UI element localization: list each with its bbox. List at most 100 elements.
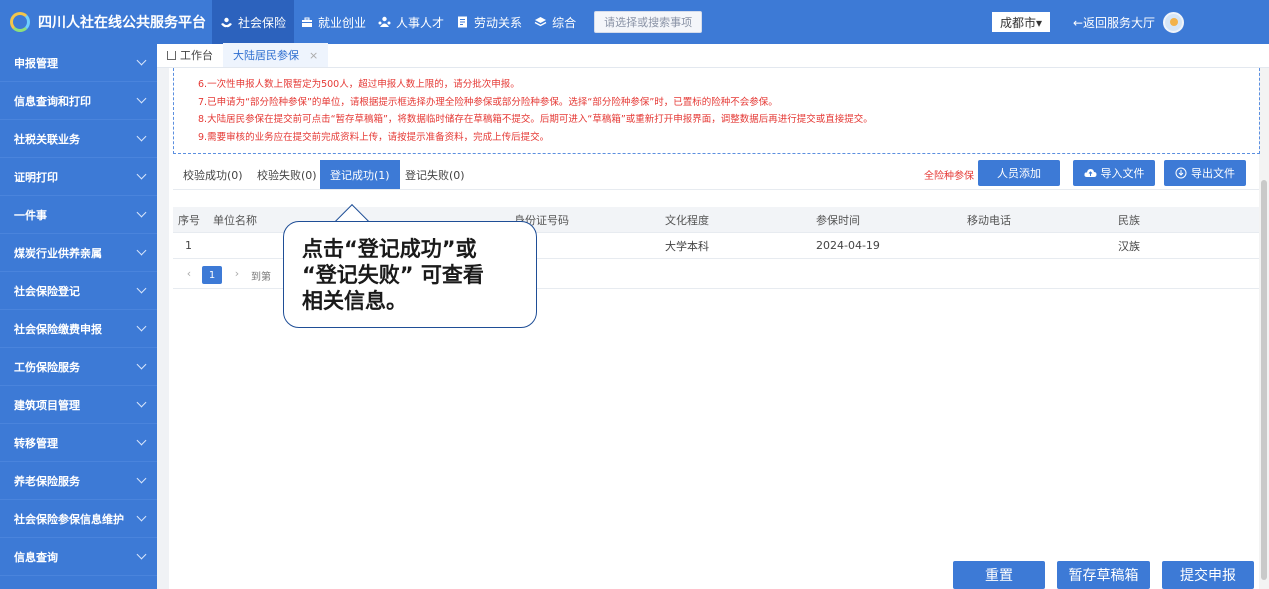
sidebar-item-one-thing[interactable]: 一件事 — [0, 196, 157, 234]
callout-line: 相关信息。 — [302, 289, 407, 313]
notice-line: 6.一次性申报人数上限暂定为500人，超过申报人数上限的，请分批次申报。 — [198, 79, 520, 90]
cell-ethnicity: 汉族 — [1118, 239, 1140, 253]
sidebar-item-transfer[interactable]: 转移管理 — [0, 424, 157, 462]
reset-button[interactable]: 重置 — [953, 561, 1045, 589]
scrollbar-thumb[interactable] — [1261, 180, 1267, 580]
insurance-type-label: 全险种参保 — [924, 171, 974, 182]
next-page-button[interactable]: › — [230, 266, 244, 280]
notice-box: 6.一次性申报人数上限暂定为500人，超过申报人数上限的，请分批次申报。 7.已… — [173, 68, 1260, 154]
search-input[interactable]: 请选择或搜索事项 — [594, 11, 703, 33]
chevron-down-icon — [136, 283, 147, 294]
nav-label: 综合 — [552, 15, 577, 30]
sidebar-item-declaration[interactable]: 申报管理 — [0, 44, 157, 82]
cell-date: 2024-04-19 — [816, 239, 880, 252]
cloud-upload-icon — [1083, 169, 1096, 177]
sidebar-item-certificate-print[interactable]: 证明打印 — [0, 158, 157, 196]
people-icon — [378, 16, 391, 29]
submit-declaration-button[interactable]: 提交申报 — [1162, 561, 1254, 589]
cell-education: 大学本科 — [665, 239, 709, 253]
page-tabs: 工作台 大陆居民参保 × — [157, 43, 1269, 68]
chevron-down-icon — [136, 55, 147, 66]
export-file-label: 导出文件 — [1191, 167, 1235, 180]
content-gutter — [157, 68, 169, 589]
sidebar-item-label: 社会保险缴费申报 — [14, 322, 102, 336]
chevron-down-icon — [136, 511, 147, 522]
briefcase-icon — [300, 16, 313, 29]
column-header-date: 参保时间 — [816, 213, 860, 227]
chevron-down-icon — [136, 397, 147, 408]
nav-labor-relations[interactable]: 劳动关系 — [450, 0, 528, 44]
sidebar-item-payment-declaration[interactable]: 社会保险缴费申报 — [0, 310, 157, 348]
sidebar: 申报管理 信息查询和打印 社税关联业务 证明打印 一件事 煤炭行业供养亲属 社会… — [0, 44, 157, 589]
nav-hr-talent[interactable]: 人事人才 — [372, 0, 450, 44]
sidebar-item-label: 一件事 — [14, 208, 47, 222]
add-person-button[interactable]: 人员添加 — [978, 160, 1060, 186]
chevron-down-icon — [136, 245, 147, 256]
nav-label: 人事人才 — [396, 15, 445, 30]
main-nav: 社会保险 就业创业 人事人才 劳动关系 综合 请选择或搜索事项 — [212, 0, 703, 44]
chevron-down-icon — [136, 359, 147, 370]
home-icon — [167, 50, 176, 60]
sidebar-item-label: 工伤保险服务 — [14, 360, 80, 374]
instruction-callout: 点击“登记成功”或 “登记失败” 可查看 相关信息。 — [283, 221, 537, 328]
notice-line: 8.大陆居民参保在提交前可点击“暂存草稿箱”，将数据临时储存在草稿箱不提交。后期… — [198, 114, 873, 125]
sidebar-item-info-maintenance[interactable]: 社会保险参保信息维护 — [0, 500, 157, 538]
nav-comprehensive[interactable]: 综合 — [528, 0, 582, 44]
tab-label: 大陆居民参保 — [233, 49, 299, 62]
sidebar-item-label: 申报管理 — [14, 56, 58, 70]
tab-label: 工作台 — [180, 49, 213, 62]
prev-page-button[interactable]: ‹ — [182, 266, 196, 280]
sidebar-item-pension[interactable]: 养老保险服务 — [0, 462, 157, 500]
app-logo[interactable]: 四川人社在线公共服务平台 — [0, 0, 206, 44]
sidebar-item-label: 社税关联业务 — [14, 132, 80, 146]
layers-icon — [534, 16, 547, 29]
chevron-down-icon — [136, 549, 147, 560]
chevron-down-icon — [136, 93, 147, 104]
city-selector[interactable]: 成都市▾ — [992, 12, 1050, 32]
sidebar-item-label: 建筑项目管理 — [14, 398, 80, 412]
callout-line: 点击“登记成功”或 — [302, 237, 477, 261]
sidebar-item-info-query[interactable]: 信息查询 — [0, 538, 157, 576]
import-file-button[interactable]: 导入文件 — [1073, 160, 1155, 186]
nav-social-insurance[interactable]: 社会保险 — [212, 0, 295, 44]
chevron-down-icon — [136, 207, 147, 218]
column-header-phone: 移动电话 — [967, 213, 1011, 227]
tab-mainland-resident-insurance[interactable]: 大陆居民参保 × — [223, 43, 329, 67]
sidebar-item-insurance-registration[interactable]: 社会保险登记 — [0, 272, 157, 310]
sidebar-item-label: 信息查询和打印 — [14, 94, 91, 108]
nav-label: 劳动关系 — [474, 15, 523, 30]
sidebar-item-label: 煤炭行业供养亲属 — [14, 246, 102, 260]
hands-icon — [220, 16, 233, 29]
page-number-current[interactable]: 1 — [202, 266, 222, 284]
close-icon[interactable]: × — [309, 49, 318, 62]
user-avatar[interactable] — [1163, 12, 1184, 33]
sidebar-item-query-print[interactable]: 信息查询和打印 — [0, 82, 157, 120]
notice-line: 9.需要审核的业务应在提交前完成资料上传，请按提示准备资料，完成上传后提交。 — [198, 131, 550, 143]
goto-page-label: 到第 — [251, 272, 271, 283]
tab-registration-success[interactable]: 登记成功(1) — [320, 160, 400, 189]
sidebar-item-tax-linked[interactable]: 社税关联业务 — [0, 120, 157, 158]
tab-workbench[interactable]: 工作台 — [157, 43, 223, 67]
sidebar-item-work-injury[interactable]: 工伤保险服务 — [0, 348, 157, 386]
nav-employment[interactable]: 就业创业 — [294, 0, 372, 44]
tab-validation-success[interactable]: 校验成功(0) — [173, 160, 253, 189]
logo-icon — [10, 12, 30, 32]
chevron-down-icon — [136, 473, 147, 484]
tab-validation-failed[interactable]: 校验失败(0) — [247, 160, 327, 189]
back-to-hall-link[interactable]: ←返回服务大厅 — [1073, 14, 1155, 31]
import-file-label: 导入文件 — [1100, 167, 1145, 180]
export-file-button[interactable]: 导出文件 — [1164, 160, 1246, 186]
sidebar-item-label: 社会保险参保信息维护 — [14, 512, 124, 526]
nav-label: 就业创业 — [318, 15, 367, 30]
sidebar-item-construction-project[interactable]: 建筑项目管理 — [0, 386, 157, 424]
chevron-down-icon — [136, 131, 147, 142]
nav-label: 社会保险 — [238, 15, 287, 30]
tab-registration-failed[interactable]: 登记失败(0) — [395, 160, 475, 189]
chevron-down-icon — [136, 321, 147, 332]
sidebar-item-label: 证明打印 — [14, 170, 58, 184]
save-draft-button[interactable]: 暂存草稿箱 — [1057, 561, 1150, 589]
sidebar-item-coal-dependents[interactable]: 煤炭行业供养亲属 — [0, 234, 157, 272]
callout-line: “登记失败” 可查看 — [302, 263, 484, 287]
sidebar-item-label: 转移管理 — [14, 436, 58, 450]
download-circle-icon — [1175, 167, 1187, 179]
